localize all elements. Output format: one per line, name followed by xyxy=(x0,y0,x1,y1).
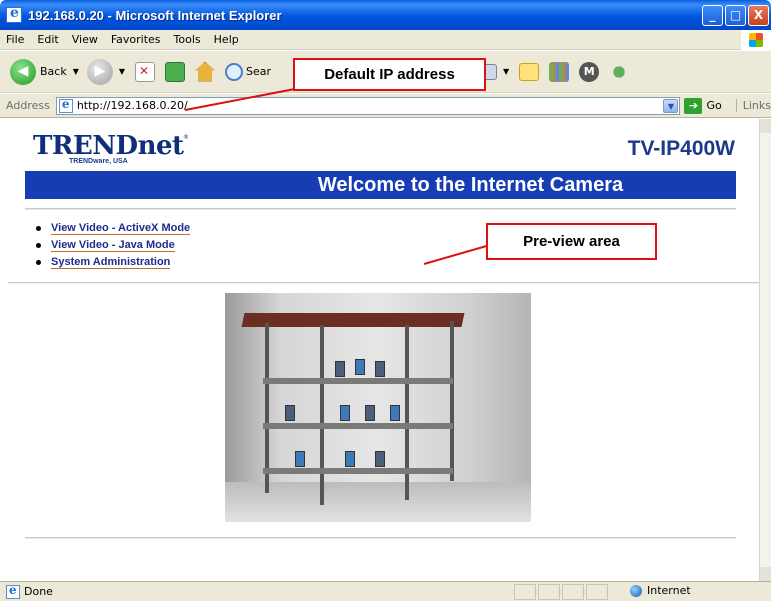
status-pane xyxy=(538,584,560,600)
menu-tools[interactable]: Tools xyxy=(174,33,201,46)
bullet-icon xyxy=(36,243,41,248)
view-video-java-link[interactable]: View Video - Java Mode xyxy=(51,239,175,252)
address-label: Address xyxy=(6,99,50,112)
menu-favorites[interactable]: Favorites xyxy=(111,33,161,46)
edit-icon[interactable] xyxy=(519,62,540,81)
windows-logo-icon xyxy=(741,30,771,50)
shelf-post xyxy=(450,321,454,481)
welcome-banner: Welcome to the Internet Camera xyxy=(25,171,736,199)
product-box xyxy=(355,359,365,375)
bullet-icon xyxy=(36,226,41,231)
go-button[interactable]: ➔ Go xyxy=(684,97,722,114)
system-administration-link[interactable]: System Administration xyxy=(51,256,171,269)
status-bar: Done Internet xyxy=(0,581,771,601)
shelf xyxy=(263,468,453,474)
camera-preview-image xyxy=(225,293,531,522)
product-box xyxy=(335,361,345,377)
divider xyxy=(25,537,736,539)
menu-file[interactable]: File xyxy=(6,33,24,46)
trendnet-logo: TRENDnet TRENDware, USA ® xyxy=(33,131,189,165)
window-controls: _ □ X xyxy=(702,5,769,26)
back-label: Back xyxy=(40,65,67,78)
divider xyxy=(8,282,759,284)
view-video-activex-link[interactable]: View Video - ActiveX Mode xyxy=(51,222,191,235)
menu-help[interactable]: Help xyxy=(214,33,239,46)
product-box xyxy=(285,405,295,421)
status-text: Done xyxy=(24,585,53,598)
brand-name: TRENDnet xyxy=(33,131,184,161)
ip-address-callout: Default IP address xyxy=(293,58,486,91)
status-pane xyxy=(562,584,584,600)
product-box xyxy=(375,451,385,467)
title-bar: 192.168.0.20 - Microsoft Internet Explor… xyxy=(0,0,771,30)
globe-icon xyxy=(630,584,642,597)
preview-floor xyxy=(225,482,531,522)
address-bar: Address http://192.168.0.20/ ▼ ➔ Go Link… xyxy=(0,94,771,118)
vertical-scrollbar[interactable] xyxy=(759,119,771,581)
status-panes xyxy=(514,584,608,600)
address-url[interactable]: http://192.168.0.20/ xyxy=(77,99,188,112)
welcome-text: Welcome to the Internet Camera xyxy=(317,174,624,196)
bullet-icon xyxy=(36,260,41,265)
home-icon[interactable] xyxy=(195,61,216,82)
nav-list: View Video - ActiveX Mode View Video - J… xyxy=(36,220,191,271)
product-box xyxy=(345,451,355,467)
menu-edit[interactable]: Edit xyxy=(37,33,58,46)
contacts-icon[interactable] xyxy=(609,61,630,82)
shelf xyxy=(263,423,453,429)
scroll-down-icon[interactable] xyxy=(760,567,771,581)
back-arrow-icon: ◀ xyxy=(10,58,36,85)
security-zone: Internet xyxy=(630,584,691,597)
model-name: TV-IP400W xyxy=(627,137,735,160)
forward-button[interactable]: ▶ xyxy=(86,58,113,85)
mail-dropdown-icon[interactable]: ▼ xyxy=(503,67,509,76)
registered-mark: ® xyxy=(183,134,189,141)
minimize-button[interactable]: _ xyxy=(702,5,723,26)
nav-item: View Video - ActiveX Mode xyxy=(36,220,191,237)
menu-view[interactable]: View xyxy=(72,33,98,46)
back-button[interactable]: ◀ Back ▼ xyxy=(10,58,79,85)
product-box xyxy=(340,405,350,421)
product-box xyxy=(390,405,400,421)
scroll-up-icon[interactable] xyxy=(760,119,771,133)
go-arrow-icon: ➔ xyxy=(684,97,703,114)
zone-text: Internet xyxy=(647,584,691,597)
product-box xyxy=(295,451,305,467)
shelf-top xyxy=(241,313,465,327)
search-label[interactable]: Sear xyxy=(246,65,271,78)
shelf xyxy=(263,378,453,384)
shelf-post xyxy=(320,325,324,505)
divider xyxy=(25,208,736,210)
go-label: Go xyxy=(706,99,722,112)
messenger-icon[interactable]: M xyxy=(579,61,600,82)
search-icon[interactable] xyxy=(225,62,244,81)
status-pane xyxy=(586,584,608,600)
forward-dropdown-icon[interactable]: ▼ xyxy=(119,67,125,76)
page-icon xyxy=(58,97,73,113)
nav-item: System Administration xyxy=(36,254,190,271)
links-button[interactable]: Links xyxy=(735,99,771,112)
back-dropdown-icon[interactable]: ▼ xyxy=(73,67,79,76)
stop-icon[interactable] xyxy=(135,61,156,82)
status-pane xyxy=(514,584,536,600)
nav-item: View Video - Java Mode xyxy=(36,237,190,254)
window-title: 192.168.0.20 - Microsoft Internet Explor… xyxy=(28,7,282,23)
address-input[interactable]: http://192.168.0.20/ ▼ xyxy=(55,96,681,115)
research-icon[interactable] xyxy=(549,61,570,82)
product-box xyxy=(375,361,385,377)
address-dropdown-icon[interactable]: ▼ xyxy=(663,98,679,113)
close-button[interactable]: X xyxy=(748,5,769,26)
maximize-button[interactable]: □ xyxy=(725,5,746,26)
preview-area-callout: Pre-view area xyxy=(486,223,657,260)
refresh-icon[interactable] xyxy=(165,61,186,82)
page-status-icon xyxy=(6,583,20,599)
page-viewport: TRENDnet TRENDware, USA ® TV-IP400W Welc… xyxy=(8,119,759,581)
product-box xyxy=(365,405,375,421)
ie-icon xyxy=(6,5,22,23)
menu-bar: File Edit View Favorites Tools Help xyxy=(0,30,771,50)
